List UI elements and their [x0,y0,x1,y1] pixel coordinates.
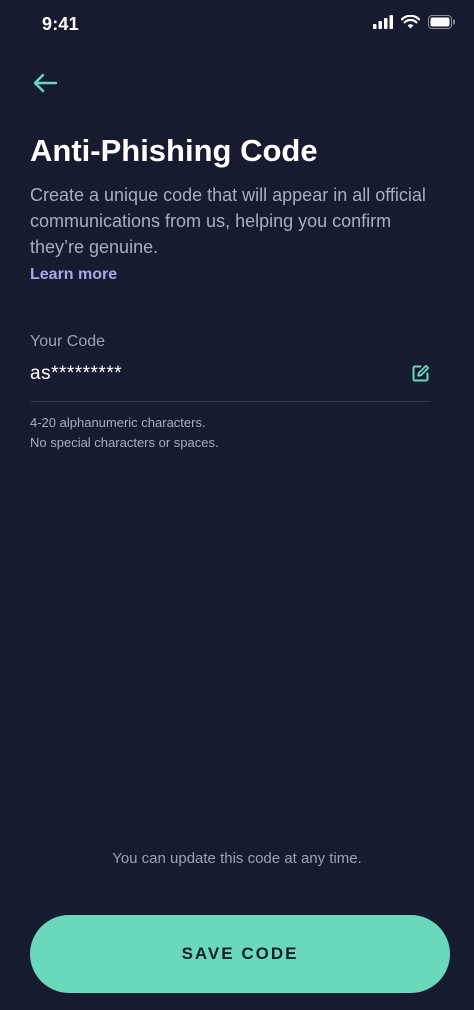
wifi-icon [401,15,420,29]
back-button[interactable] [28,70,62,100]
status-time: 9:41 [42,14,79,34]
anti-phishing-screen: 9:41 Anti-Phishing Code Create a unique … [0,0,474,1010]
code-field-label: Your Code [30,333,106,350]
helper-text: 4-20 alphanumeric characters. No special… [30,413,430,453]
helper-line-length: 4-20 alphanumeric characters. [30,415,206,430]
page-title: Anti-Phishing Code [30,133,318,168]
save-code-button[interactable]: SAVE CODE [30,915,450,993]
learn-more-link[interactable]: Learn more [30,266,117,284]
status-icons [373,15,456,29]
edit-icon [412,364,430,387]
footer-note: You can update this code at any time. [112,850,362,867]
page-description: Create a unique code that will appear in… [30,185,426,257]
code-value: as********* [30,363,123,384]
signal-icon [373,15,393,29]
arrow-left-icon [32,73,58,98]
status-bar: 9:41 [0,0,474,50]
battery-icon [428,15,456,29]
edit-code-button[interactable] [408,362,434,388]
field-divider [30,401,430,402]
helper-line-characters: No special characters or spaces. [30,435,219,450]
